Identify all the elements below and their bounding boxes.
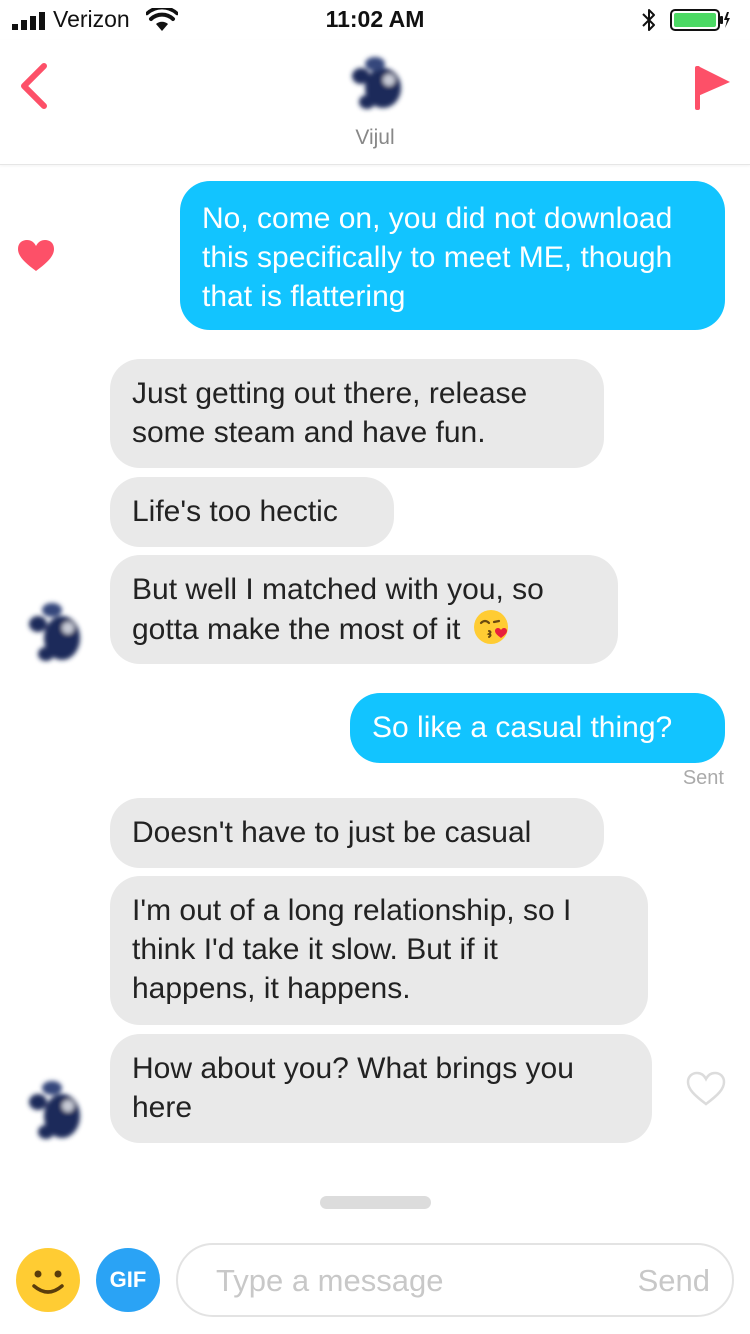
drag-handle[interactable] — [320, 1196, 431, 1209]
kissing-heart-emoji-icon — [473, 610, 508, 644]
message-bubble-incoming[interactable]: Just getting out there, release some ste… — [110, 359, 604, 468]
smiley-icon[interactable] — [16, 1248, 80, 1312]
message-bubble-incoming[interactable]: Life's too hectic — [110, 477, 394, 547]
message-input[interactable] — [216, 1257, 596, 1305]
message-bubble-outgoing[interactable]: No, come on, you did not download this s… — [180, 181, 725, 330]
match-avatar[interactable] — [345, 52, 409, 116]
match-avatar-small[interactable] — [22, 596, 88, 668]
heart-icon[interactable] — [18, 240, 54, 272]
send-button[interactable]: Send — [638, 1263, 710, 1299]
match-avatar-small[interactable] — [22, 1074, 88, 1146]
match-name[interactable]: Vijul — [0, 126, 750, 150]
message-bubble-incoming[interactable]: But well I matched with you, so gotta ma… — [110, 555, 618, 664]
message-bubble-incoming[interactable]: I'm out of a long relationship, so I thi… — [110, 876, 648, 1025]
message-bubble-incoming[interactable]: How about you? What brings you here — [110, 1034, 652, 1143]
gif-button[interactable]: GIF — [96, 1248, 160, 1312]
message-composer: Send — [176, 1243, 734, 1317]
battery-icon — [670, 9, 730, 31]
back-chevron-icon[interactable] — [14, 60, 54, 112]
status-time: 11:02 AM — [325, 6, 425, 32]
message-bubble-incoming[interactable]: Doesn't have to just be casual — [110, 798, 604, 868]
status-bar: Verizon 11:02 AM — [0, 0, 750, 40]
heart-outline-icon[interactable] — [686, 1071, 726, 1107]
message-bubble-outgoing[interactable]: So like a casual thing? — [350, 693, 725, 763]
message-status: Sent — [682, 767, 724, 789]
flag-icon[interactable] — [690, 62, 734, 112]
chat-header: Vijul — [0, 40, 750, 165]
bluetooth-icon — [642, 9, 655, 31]
